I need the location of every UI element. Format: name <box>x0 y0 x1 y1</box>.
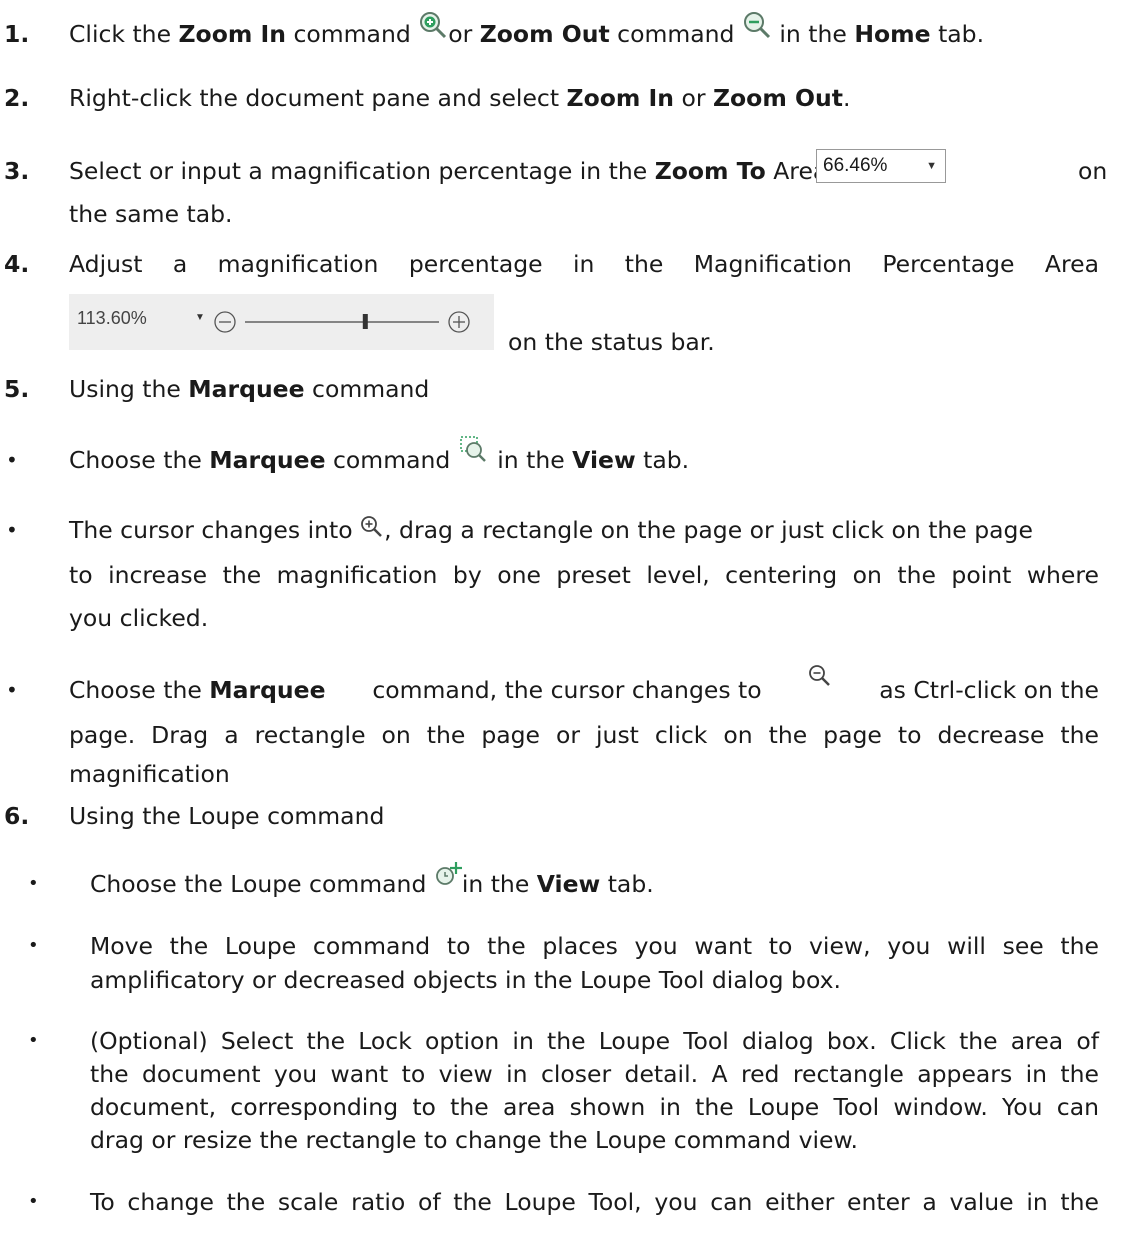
text: command, the cursor changes to <box>372 676 762 704</box>
text: in the <box>461 870 537 898</box>
text: on the status bar. <box>508 328 715 356</box>
text: Adjust a magnification percentage in the… <box>69 250 1099 278</box>
bullet: • <box>28 873 39 894</box>
cursor-zoom-in-icon <box>361 515 382 537</box>
term: Zoom In <box>566 84 675 112</box>
text: command <box>609 20 742 48</box>
dropdown-arrow-icon[interactable]: ▼ <box>926 150 937 182</box>
zoom-in-icon <box>420 11 447 38</box>
text: Right-click the document pane and select <box>69 84 567 112</box>
cursor-zoom-out-icon <box>809 665 831 686</box>
term: Marquee <box>209 676 326 704</box>
term: View <box>572 446 636 474</box>
step-6: Using the Loupe command <box>69 802 385 830</box>
step-3: Select or input a magnification percenta… <box>69 155 827 187</box>
step-number: 4. <box>4 250 30 278</box>
text: you clicked. <box>69 604 209 632</box>
marquee-icon <box>460 435 486 462</box>
text: command <box>325 446 458 474</box>
text: magnification <box>69 760 230 788</box>
text: or <box>448 20 480 48</box>
loupe-icon <box>435 861 462 885</box>
step-number: 5. <box>4 375 30 403</box>
text: Choose the <box>69 676 210 704</box>
bullet-item: Choose the Loupe command in the View tab… <box>90 861 654 900</box>
text: Choose the Loupe command <box>90 870 434 898</box>
step-1: Click the Zoom In command or Zoom Out co… <box>69 11 985 50</box>
zoom-out-icon <box>743 11 770 38</box>
text: Select or input a magnification percenta… <box>69 157 655 185</box>
bullet-item: Choose the Marquee command, the cursor c… <box>69 665 1099 706</box>
text: To change the scale ratio of the Loupe T… <box>90 1188 1099 1216</box>
bullet: • <box>6 518 18 542</box>
text: as Ctrl-click on the <box>879 676 1099 704</box>
text: (Optional) Select the Lock option in the… <box>90 1027 1099 1055</box>
text: to increase the magnification by one pre… <box>69 561 1099 589</box>
bullet: • <box>28 935 39 956</box>
text: Move the Loupe command to the places you… <box>90 932 1099 960</box>
magnification-value: 113.60% <box>77 308 147 328</box>
step-2: Right-click the document pane and select… <box>69 82 850 114</box>
bullet: • <box>6 678 18 702</box>
bullet-item: Choose the Marquee command in the View t… <box>69 435 690 476</box>
text: The cursor changes into <box>69 516 361 544</box>
zoom-value: 66.46% <box>823 155 888 176</box>
text: on <box>1078 157 1108 185</box>
text: page. Drag a rectangle on the page or ju… <box>69 721 1099 749</box>
step-number: 3. <box>4 157 30 185</box>
step-number: 2. <box>4 84 30 112</box>
bullet: • <box>6 448 18 472</box>
text: tab. <box>930 20 985 48</box>
term: Zoom To <box>654 157 766 185</box>
text: the same tab. <box>69 200 233 228</box>
text: document, corresponding to the area show… <box>90 1093 1099 1121</box>
term: Zoom Out <box>713 84 843 112</box>
bullet-item: The cursor changes into , drag a rectang… <box>69 514 1033 546</box>
text: tab. <box>635 446 690 474</box>
magnification-status-bar: 113.60% ▼ <box>69 294 494 350</box>
term: Zoom In <box>178 20 286 48</box>
step-number: 1. <box>4 20 30 48</box>
text: Choose the Marquee <box>69 674 326 706</box>
term: View <box>536 870 601 898</box>
term: Home <box>854 20 931 48</box>
text: in the <box>489 446 573 474</box>
text: command <box>286 20 419 48</box>
text: amplificatory or decreased objects in th… <box>90 966 841 994</box>
bullet: • <box>28 1030 39 1051</box>
text: tab. <box>600 870 654 898</box>
text: . <box>842 84 851 112</box>
zoom-to-combobox[interactable]: 66.46% ▼ <box>816 149 946 183</box>
term: Zoom Out <box>479 20 610 48</box>
text: Choose the <box>69 446 210 474</box>
text: command <box>304 375 430 403</box>
step-number: 6. <box>4 802 30 830</box>
term: Marquee <box>188 375 305 403</box>
text: Click the <box>69 20 179 48</box>
text: or <box>674 84 713 112</box>
term: Marquee <box>209 446 326 474</box>
text: , drag a rectangle on the page or just c… <box>384 516 1033 544</box>
zoom-slider[interactable] <box>203 294 493 350</box>
bullet: • <box>28 1191 39 1212</box>
text: in the <box>771 20 855 48</box>
text: drag or resize the rectangle to change t… <box>90 1126 858 1154</box>
text: Using the <box>69 375 189 403</box>
text: the document you want to view in closer … <box>90 1060 1099 1088</box>
slider-thumb <box>362 314 368 329</box>
step-5: Using the Marquee command <box>69 373 429 405</box>
